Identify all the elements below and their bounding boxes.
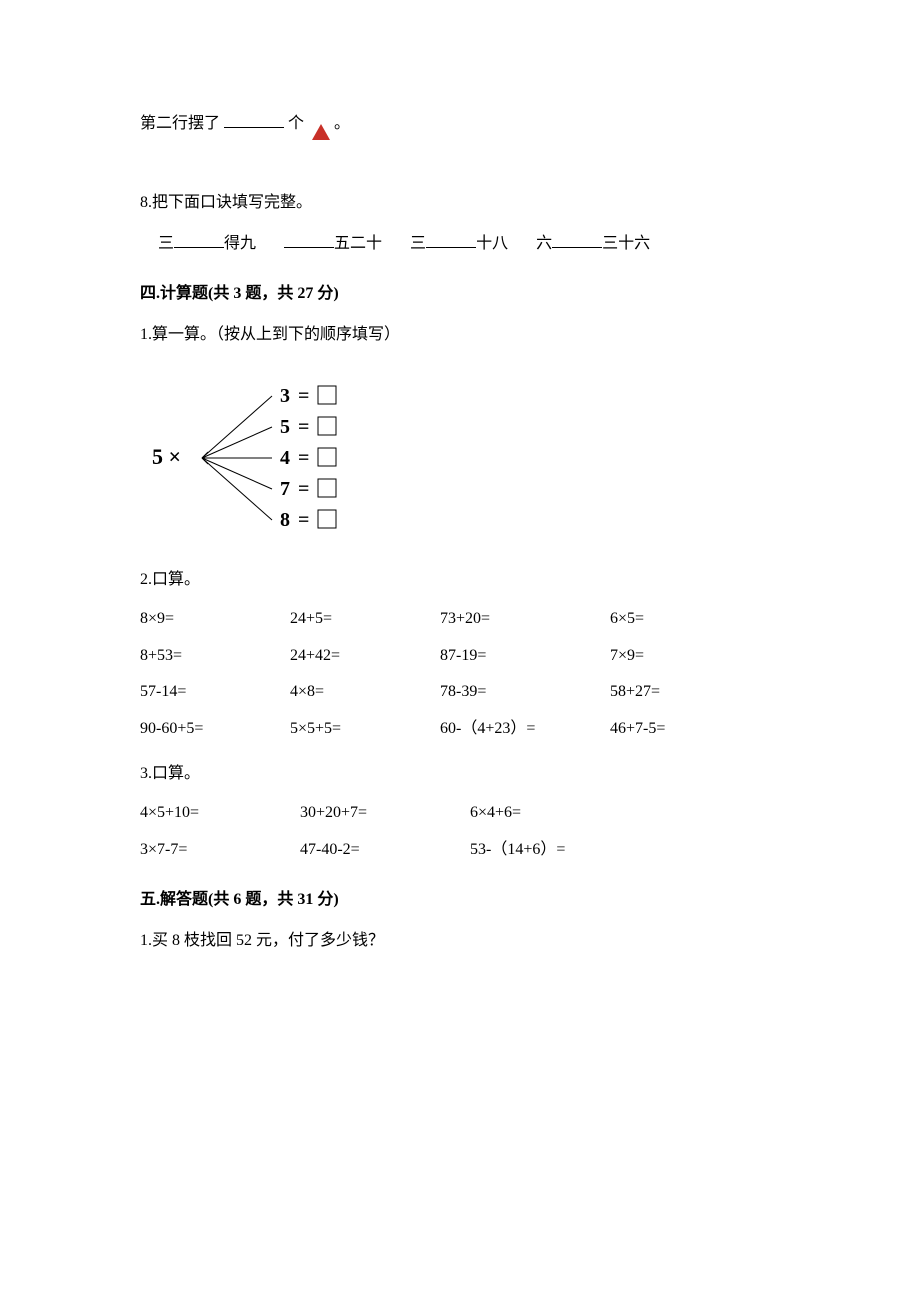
q8-item-2-b: 五二十 [334, 235, 382, 252]
q2-r1c3: 73+20= [440, 605, 610, 634]
q8-items: 三 得九 五二十 三 十八 六 三十六 [158, 230, 780, 259]
q8-item-1-a: 三 [158, 235, 174, 252]
q2-r3c3: 78-39= [440, 678, 610, 707]
q2-r4c3: 60-（4+23）= [440, 715, 610, 744]
sec4-title: 四.计算题(共 3 题，共 27 分) [140, 280, 780, 309]
sec5-q1: 1.买 8 枝找回 52 元，付了多少钱？ [140, 927, 780, 956]
q2-r2c2: 24+42= [290, 642, 440, 671]
triangle-icon [312, 110, 330, 139]
fan-row-2-box[interactable] [318, 417, 336, 435]
q3-r1c1: 4×5+10= [140, 799, 300, 828]
fan-row-4-box[interactable] [318, 479, 336, 497]
q8-item-4: 六 三十六 [536, 230, 650, 259]
q7-prefix: 第二行摆了 [140, 115, 220, 132]
q2-r1c2: 24+5= [290, 605, 440, 634]
q2-r2c1: 8+53= [140, 642, 290, 671]
q3-r2c3: 53-（14+6）= [470, 836, 660, 865]
q2-r4c1: 90-60+5= [140, 715, 290, 744]
sec4-q2-grid: 8×9= 24+5= 73+20= 6×5= 8+53= 24+42= 87-1… [140, 605, 780, 744]
q2-r1c4: 6×5= [610, 605, 760, 634]
sec4-q1-prompt: 1.算一算。（按从上到下的顺序填写） [140, 321, 780, 350]
q8-item-1-blank[interactable] [174, 231, 224, 248]
q8-item-4-blank[interactable] [552, 231, 602, 248]
fan-row-5-box[interactable] [318, 510, 336, 528]
q8-item-2: 五二十 [284, 230, 382, 259]
q8-item-1-b: 得九 [224, 235, 256, 252]
fan-left-label: 5 × [152, 444, 181, 469]
q7-period: 。 [334, 115, 350, 132]
q8-prompt: 8.把下面口诀填写完整。 [140, 189, 780, 218]
q2-r3c1: 57-14= [140, 678, 290, 707]
sec5-title: 五.解答题(共 6 题，共 31 分) [140, 886, 780, 915]
fan-row-2-num: 5 [280, 416, 290, 438]
q2-r3c2: 4×8= [290, 678, 440, 707]
q8-item-1: 三 得九 [158, 230, 256, 259]
fan-row-3-eq: = [298, 447, 309, 469]
fan-row-5-eq: = [298, 509, 309, 531]
fan-row-1-num: 3 [280, 385, 290, 407]
q3-r1c3: 6×4+6= [470, 799, 660, 828]
fan-row-5-num: 8 [280, 509, 290, 531]
fan-diagram: 5 × 3 = 5 = 4 = 7 = 8 = [144, 368, 384, 548]
q2-r2c3: 87-19= [440, 642, 610, 671]
q7-row2-line: 第二行摆了 个 。 [140, 110, 780, 139]
fan-row-1-eq: = [298, 385, 309, 407]
fan-row-3-box[interactable] [318, 448, 336, 466]
q8-item-3: 三 十八 [410, 230, 508, 259]
q3-r2c2: 47-40-2= [300, 836, 470, 865]
fan-row-4-eq: = [298, 478, 309, 500]
fan-row-3-num: 4 [280, 447, 290, 469]
q7-suffix: 个 [288, 115, 304, 132]
q2-r2c4: 7×9= [610, 642, 760, 671]
sec4-q3-prompt: 3.口算。 [140, 760, 780, 789]
q8-item-4-a: 六 [536, 235, 552, 252]
q2-r3c4: 58+27= [610, 678, 760, 707]
q8-item-3-a: 三 [410, 235, 426, 252]
q2-r1c1: 8×9= [140, 605, 290, 634]
q3-r2c1: 3×7-7= [140, 836, 300, 865]
q3-r1c2: 30+20+7= [300, 799, 470, 828]
q8-item-2-blank[interactable] [284, 231, 334, 248]
fan-row-1-box[interactable] [318, 386, 336, 404]
q8-item-3-b: 十八 [476, 235, 508, 252]
q8-item-4-b: 三十六 [602, 235, 650, 252]
q2-r4c2: 5×5+5= [290, 715, 440, 744]
q7-blank[interactable] [224, 111, 284, 128]
q2-r4c4: 46+7-5= [610, 715, 760, 744]
fan-row-4-num: 7 [280, 478, 290, 500]
sec4-q3-grid: 4×5+10= 30+20+7= 6×4+6= 3×7-7= 47-40-2= … [140, 799, 780, 865]
fan-row-2-eq: = [298, 416, 309, 438]
sec4-q2-prompt: 2.口算。 [140, 566, 780, 595]
q8-item-3-blank[interactable] [426, 231, 476, 248]
